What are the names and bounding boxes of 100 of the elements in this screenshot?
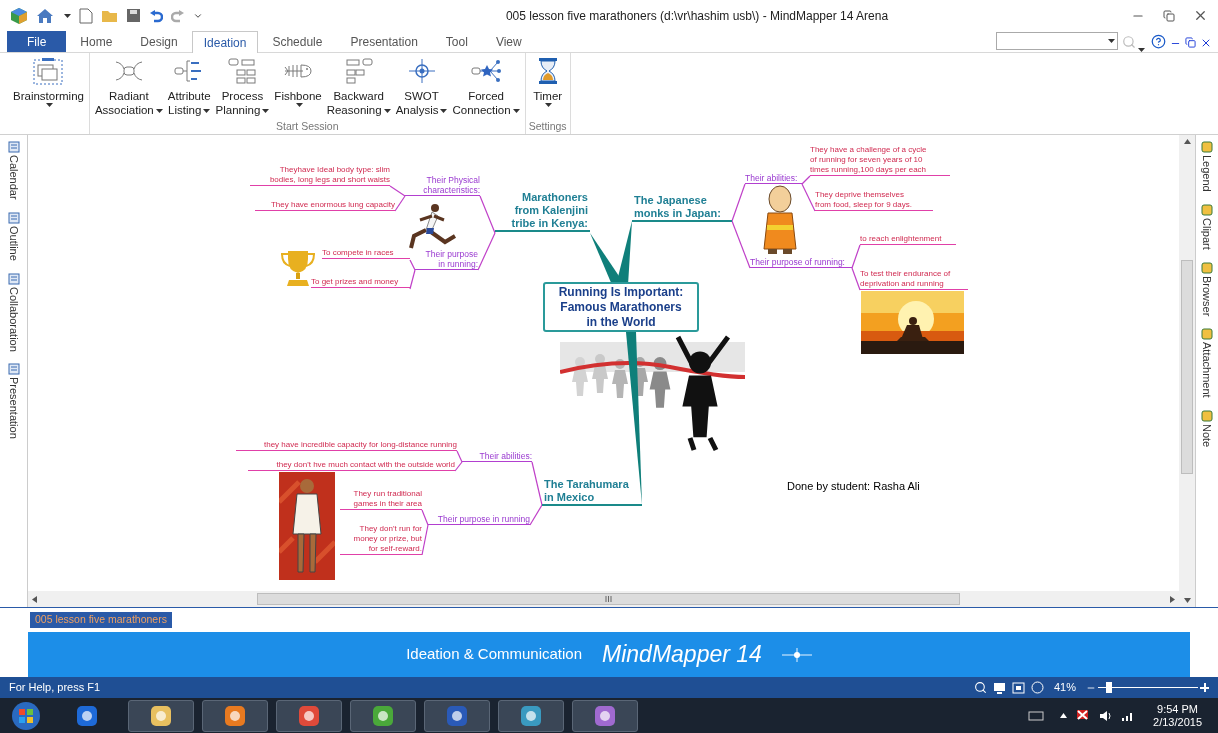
keyboard-icon[interactable]	[1028, 710, 1045, 721]
button-label: Brainstorming	[13, 89, 84, 103]
zoom-level: 41%	[1053, 680, 1076, 696]
ribbon-button[interactable]: Process Planning	[213, 57, 272, 117]
taskbar-button[interactable]	[350, 699, 416, 732]
topic-node[interactable]: The Tarahumara in Mexico	[542, 478, 642, 506]
taskbar-button[interactable]	[128, 699, 194, 732]
restore-icon[interactable]	[1163, 9, 1175, 22]
save-icon[interactable]	[126, 8, 141, 23]
zoom-icon[interactable]	[973, 681, 987, 694]
detail-node[interactable]: they have incredible capacity for long-distance running	[236, 440, 457, 451]
ribbon-button[interactable]: Radiant Association	[92, 57, 165, 117]
side-panel-tab[interactable]: Calendar	[5, 141, 22, 200]
button-label: Process	[221, 89, 264, 103]
detail-node[interactable]: They don't run for money or prize, but for self-reward.	[340, 524, 422, 555]
monitor-icon[interactable]	[992, 681, 1006, 694]
side-panel-tab[interactable]: Note	[1198, 409, 1216, 447]
undo-icon[interactable]	[149, 8, 163, 23]
connector-line	[454, 461, 463, 472]
ribbon-tab[interactable]: View	[481, 31, 536, 52]
flowchart-icon	[227, 57, 258, 85]
ribbon-tab[interactable]: Design	[126, 31, 192, 52]
detail-node[interactable]: to reach enlightenment	[860, 234, 956, 245]
close-icon[interactable]	[1193, 8, 1208, 23]
help-icon[interactable]	[1151, 34, 1166, 49]
connector-line	[394, 195, 406, 212]
caret-icon	[155, 108, 163, 113]
speaker-icon[interactable]	[1099, 709, 1114, 722]
actual-size-icon[interactable]	[1030, 681, 1044, 694]
subtopic-node[interactable]: Their abilities:	[462, 451, 532, 462]
side-panel-tab[interactable]: Outline	[5, 211, 22, 261]
taskbar-button[interactable]	[424, 699, 490, 732]
ribbon-tab[interactable]: Tool	[431, 31, 482, 52]
ribbon-button[interactable]: Backward Reasoning	[324, 57, 393, 117]
subtopic-node[interactable]: Their abilities:	[745, 173, 802, 184]
scroll-left-icon[interactable]	[32, 595, 37, 603]
home-icon[interactable]	[36, 7, 54, 24]
ribbon-button[interactable]: SWOT Analysis	[393, 57, 450, 117]
detail-node[interactable]: To get prizes and money	[311, 277, 410, 288]
panel-icon	[1201, 141, 1213, 153]
side-panel-tab[interactable]: Browser	[1198, 261, 1216, 316]
side-panel-tab[interactable]: Clipart	[1198, 203, 1216, 250]
ribbon-button[interactable]: Timer	[531, 57, 565, 107]
scroll-down-icon[interactable]	[1183, 598, 1191, 603]
ribbon-tab[interactable]: File	[7, 31, 67, 52]
subtopic-node[interactable]: Their Physical characteristics:	[405, 175, 480, 196]
search-field[interactable]	[996, 32, 1118, 50]
scroll-thumb[interactable]	[257, 593, 960, 605]
ribbon-tab[interactable]: Ideation	[191, 31, 259, 53]
ribbon-button[interactable]: Attribute Listing	[165, 57, 213, 117]
button-label: Listing	[168, 103, 211, 117]
taskbar-button[interactable]	[276, 699, 342, 732]
window-title: 005 lesson five marathoners (d:\vr\hashim usb\) - MindMapper 14 Arena	[504, 7, 890, 25]
vertical-scrollbar[interactable]	[1179, 135, 1195, 607]
ribbon-button[interactable]: Forced Connection	[450, 57, 522, 117]
scroll-up-icon[interactable]	[1183, 139, 1191, 144]
fit-icon[interactable]	[1011, 681, 1025, 694]
topic-node[interactable]: The Japanese monks in Japan:	[632, 194, 732, 222]
ribbon-button[interactable]: Brainstorming	[11, 57, 86, 107]
caret-icon	[1108, 39, 1115, 43]
detail-node[interactable]: They have enormous lung capacity	[255, 200, 395, 211]
ribbon-tab[interactable]: Presentation	[336, 31, 432, 52]
subtopic-node[interactable]: Their purpose in running	[428, 514, 530, 525]
side-panel-tab[interactable]: Legend	[1198, 141, 1216, 192]
taskbar-button[interactable]	[572, 699, 638, 732]
subtopic-node[interactable]: Their purpose of running:	[750, 257, 852, 268]
topic-node[interactable]: Marathoners from Kalenjini tribe in Kenya:	[495, 191, 590, 232]
caret-icon	[545, 103, 553, 107]
side-panel-tab[interactable]: Presentation	[5, 363, 22, 440]
ribbon-tab[interactable]: Home	[66, 31, 127, 52]
horizontal-scrollbar[interactable]	[28, 591, 1179, 607]
caret-icon	[45, 103, 53, 107]
detail-node[interactable]: They deprive themselves from food, sleep for 9 days.	[815, 190, 933, 211]
scroll-right-icon[interactable]	[1170, 595, 1175, 603]
ribbon-tab[interactable]: Schedule	[258, 31, 337, 52]
restore-icon[interactable]	[1185, 37, 1196, 48]
detail-node[interactable]: Theyhave Ideal body type: slim bodies, long legs and short waists	[250, 165, 390, 186]
cube-icon[interactable]	[10, 6, 28, 25]
detail-node[interactable]: To compete in races	[322, 248, 410, 259]
central-topic[interactable]: Running Is Important: Famous Marathoners in the World	[543, 282, 699, 332]
scroll-thumb[interactable]	[1181, 260, 1193, 474]
ribbon-button[interactable]: Fishbone	[272, 57, 324, 107]
detail-node[interactable]: They have a challenge of a cycle of running for seven years of 10 times running,100 days per each	[810, 145, 950, 176]
taskbar-button[interactable]	[202, 699, 268, 732]
button-label: SWOT	[404, 89, 439, 103]
detail-node[interactable]: To test their endurance of deprivation and running	[860, 269, 968, 290]
banner-tagline: Ideation & Communication	[406, 644, 583, 665]
zoom-thumb[interactable]	[1106, 682, 1112, 693]
side-panel-tab[interactable]: Attachment	[1198, 327, 1216, 398]
side-panel-tab[interactable]: Collaboration	[5, 272, 22, 352]
taskbar-button[interactable]	[498, 699, 564, 732]
close-icon[interactable]	[1200, 37, 1212, 49]
zoom-in-icon[interactable]	[1200, 683, 1209, 692]
detail-node[interactable]: They run traditional games in their area	[340, 489, 422, 510]
caret-icon[interactable]	[1060, 713, 1068, 718]
button-label: Radiant	[109, 89, 149, 103]
new-document-icon[interactable]	[79, 7, 93, 24]
subtopic-node[interactable]: Their purpose in running:	[415, 249, 478, 270]
detail-node[interactable]: they don't hve much contact with the outside world	[248, 460, 455, 471]
app-icon	[593, 703, 617, 728]
